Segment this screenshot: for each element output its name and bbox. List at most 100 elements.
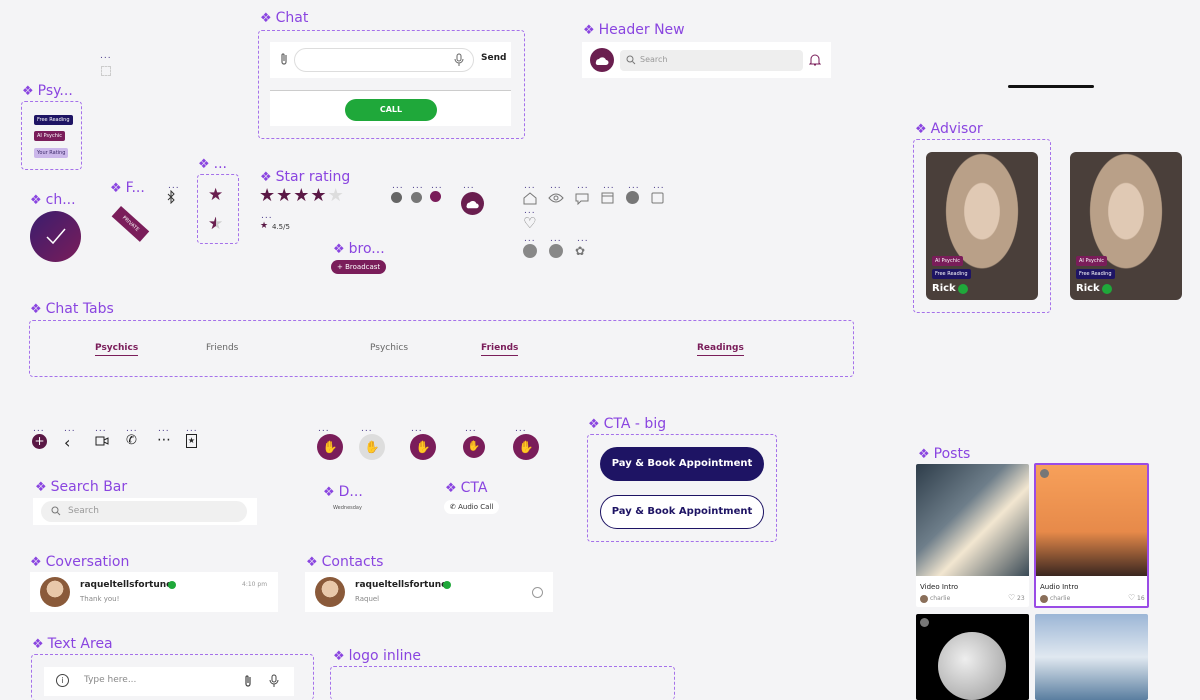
pay-book-primary-button[interactable]: Pay & Book Appointment — [600, 447, 764, 481]
logo-icon[interactable] — [590, 48, 614, 72]
paperclip-icon[interactable] — [243, 674, 253, 688]
checkmark-icon[interactable] — [30, 211, 81, 262]
text-area-input[interactable]: Type here... — [84, 675, 136, 685]
calendar-icon[interactable] — [601, 191, 614, 204]
heart-icon[interactable]: ♡ — [1008, 593, 1015, 602]
chat-icon[interactable] — [575, 192, 589, 205]
advisor-label: Advisor — [915, 121, 983, 137]
tab-psychics-active[interactable]: Psychics — [95, 343, 139, 356]
lock-icon[interactable] — [430, 191, 441, 202]
dots-marker: ... — [168, 181, 180, 191]
tab-friends[interactable]: Friends — [206, 343, 238, 353]
search-bar-container: Search — [33, 498, 257, 525]
star-4-icon[interactable]: ★ — [310, 185, 327, 206]
star-1-icon[interactable]: ★ — [259, 185, 276, 206]
video-icon[interactable] — [95, 436, 109, 446]
lotus-icon[interactable]: ✿ — [575, 244, 585, 258]
heart-icon[interactable]: ♡ — [1128, 593, 1135, 602]
dots-marker: ... — [64, 424, 76, 434]
pay-book-secondary-button[interactable]: Pay & Book Appointment — [600, 495, 764, 529]
star-3-icon[interactable]: ★ — [293, 185, 310, 206]
private-ribbon: PRIVATE — [111, 206, 150, 242]
dots-marker: ... — [550, 181, 562, 191]
dots-marker: ... — [186, 424, 198, 434]
contact-row[interactable]: raqueltellsfortune Raquel — [305, 572, 553, 612]
chat-tabs-label: Chat Tabs — [30, 301, 114, 317]
rating-text: 4.5/5 — [272, 223, 290, 231]
profile-icon[interactable] — [626, 191, 639, 204]
tag-your-rating: Your Rating — [34, 148, 69, 158]
play-icon[interactable] — [1040, 469, 1049, 478]
back-chevron-icon[interactable]: ‹ — [64, 433, 70, 452]
audio-call-label: Audio Call — [458, 503, 494, 511]
hand-icon[interactable]: ✋ — [410, 434, 436, 460]
select-radio[interactable] — [532, 587, 543, 598]
star-half-icon[interactable]: ★ ★ — [208, 214, 223, 234]
microphone-icon[interactable] — [454, 53, 464, 67]
bell-icon[interactable] — [809, 53, 821, 67]
chat-message-input[interactable] — [294, 48, 474, 72]
more-icon[interactable]: ⋯ — [157, 432, 171, 448]
star-full-icon[interactable]: ★ — [208, 185, 223, 205]
microphone-icon[interactable] — [269, 674, 279, 688]
audio-wave-icon[interactable] — [549, 244, 563, 258]
add-icon[interactable]: + — [32, 434, 47, 449]
contact-subtitle: Raquel — [355, 595, 380, 603]
bluetooth-icon — [166, 190, 176, 204]
chat-bubble-icon[interactable] — [411, 192, 422, 203]
heart-icon[interactable]: ♡ — [523, 214, 536, 232]
dots-marker: ... — [100, 51, 112, 61]
hand-icon[interactable]: ✋ — [513, 434, 539, 460]
avatar — [920, 595, 928, 603]
post-card[interactable] — [916, 614, 1029, 700]
header-bar: Search — [582, 42, 831, 78]
header-new-label: Header New — [583, 22, 685, 38]
post-card-selected[interactable]: Audio Intro charlie ♡ 16 — [1034, 463, 1149, 608]
header-search-input[interactable]: Search — [620, 50, 803, 71]
star-doc-icon[interactable]: ★ — [186, 434, 197, 448]
send-button[interactable]: Send — [481, 53, 506, 63]
dots-marker: ... — [628, 181, 640, 191]
conversation-row[interactable]: raqueltellsfortune Thank you! 4:10 pm — [30, 572, 278, 612]
call-button[interactable]: CALL — [345, 99, 437, 121]
play-circle-icon[interactable] — [391, 192, 402, 203]
star-5-icon[interactable]: ★ — [328, 185, 345, 206]
last-message: Thank you! — [80, 595, 120, 603]
search-placeholder: Search — [68, 506, 99, 516]
hand-icon[interactable]: ✋ — [359, 434, 385, 460]
advisor-card[interactable]: AI Psychic Free Reading Rick — [1070, 152, 1182, 300]
play-icon[interactable] — [920, 618, 929, 627]
cta-label: CTA — [445, 480, 488, 496]
half-star-small-icon: ★ — [260, 221, 269, 231]
ch-label: ch... — [30, 192, 76, 208]
audio-call-button[interactable]: ✆ Audio Call — [444, 500, 500, 514]
phone-icon[interactable]: ✆ — [126, 433, 137, 448]
tab-friends-active[interactable]: Friends — [481, 343, 519, 356]
home-icon[interactable] — [523, 191, 537, 205]
search-input[interactable]: Search — [41, 501, 247, 522]
tab-psychics[interactable]: Psychics — [370, 343, 408, 353]
hand-icon[interactable]: ✋ — [463, 436, 485, 458]
wallet-icon[interactable] — [651, 191, 664, 204]
paperclip-icon[interactable] — [279, 52, 289, 66]
hand-icon[interactable]: ✋ — [317, 434, 343, 460]
post-likes: 16 — [1137, 595, 1145, 602]
star-rating-label: Star rating — [260, 169, 351, 185]
post-card[interactable]: Video Intro charlie ♡ 23 — [916, 464, 1029, 607]
broadcast-button[interactable]: + Broadcast — [331, 260, 387, 274]
post-title: Audio Intro — [1040, 583, 1079, 591]
dots-marker: ... — [33, 424, 45, 434]
online-status-icon — [443, 581, 451, 589]
info-icon[interactable]: i — [56, 674, 69, 687]
contact-name: raqueltellsfortune — [80, 580, 173, 590]
logo-cloud-icon[interactable] — [461, 192, 484, 215]
play-icon[interactable] — [523, 244, 537, 258]
post-card[interactable] — [1035, 614, 1148, 700]
chat-input-bar: Send — [270, 42, 511, 78]
star-2-icon[interactable]: ★ — [276, 185, 293, 206]
search-bar-label: Search Bar — [35, 479, 128, 495]
text-area-bar: i Type here... — [44, 667, 294, 696]
tab-readings-active[interactable]: Readings — [697, 343, 744, 356]
eye-icon[interactable] — [548, 193, 564, 203]
advisor-card[interactable]: AI Psychic Free Reading Rick — [926, 152, 1038, 300]
